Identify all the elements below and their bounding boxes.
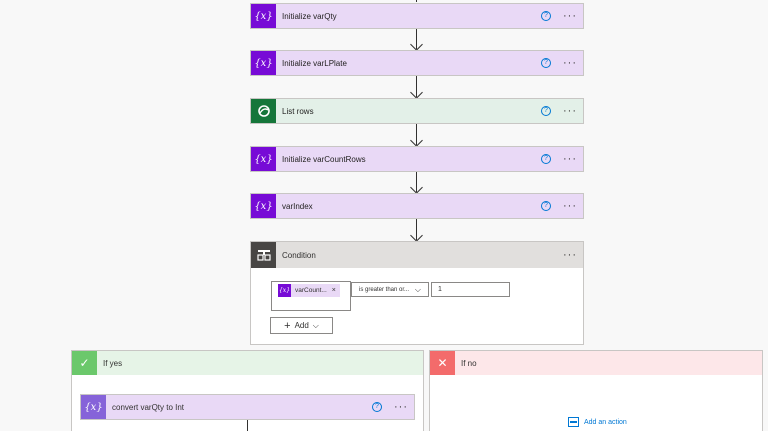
condition-icon bbox=[251, 242, 276, 268]
step-initialize-varqty[interactable]: {x} Initialize varQty ? ··· bbox=[250, 3, 584, 29]
condition-header[interactable]: Condition ··· bbox=[251, 242, 583, 268]
chevron-down-icon: ⌵ bbox=[312, 320, 319, 330]
arrow-down-icon bbox=[410, 38, 423, 51]
step-initialize-varlplate[interactable]: {x} Initialize varLPlate ? ··· bbox=[250, 50, 584, 76]
dataverse-icon bbox=[251, 99, 276, 123]
more-options-icon[interactable]: ··· bbox=[563, 58, 577, 69]
token-label: varCount... bbox=[295, 287, 327, 294]
add-label: Add bbox=[294, 321, 309, 330]
variable-icon: {x} bbox=[251, 147, 276, 171]
variable-icon: {x} bbox=[278, 284, 291, 297]
arrow-down-icon bbox=[410, 134, 423, 147]
arrow-down-icon bbox=[410, 181, 423, 194]
if-no-branch[interactable]: ✕ If no Add an action bbox=[429, 350, 763, 431]
operator-dropdown[interactable]: is greater than or... ⌵ bbox=[351, 282, 429, 297]
checkmark-icon: ✓ bbox=[72, 351, 97, 375]
dynamic-content-token[interactable]: {x} varCount... × bbox=[278, 284, 340, 297]
variable-icon: {x} bbox=[251, 51, 276, 75]
if-yes-title: If yes bbox=[103, 358, 123, 368]
step-convert-varqty[interactable]: {x} convert varQty to Int ? ··· bbox=[80, 394, 415, 420]
more-options-icon[interactable]: ··· bbox=[563, 154, 577, 165]
help-icon[interactable]: ? bbox=[541, 154, 551, 164]
add-action-label: Add an action bbox=[584, 418, 627, 426]
step-varindex[interactable]: {x} varIndex ? ··· bbox=[250, 193, 584, 219]
chevron-down-icon: ⌵ bbox=[414, 285, 421, 294]
step-title: Initialize varQty bbox=[282, 11, 337, 21]
step-title: varIndex bbox=[282, 201, 313, 211]
condition-value-input[interactable]: 1 bbox=[431, 282, 510, 297]
variable-icon: {x} bbox=[81, 395, 106, 419]
more-options-icon[interactable]: ··· bbox=[394, 402, 408, 413]
help-icon[interactable]: ? bbox=[541, 201, 551, 211]
more-options-icon[interactable]: ··· bbox=[563, 201, 577, 212]
step-list-rows[interactable]: List rows ? ··· bbox=[250, 98, 584, 124]
if-no-title: If no bbox=[461, 358, 477, 368]
if-yes-branch[interactable]: ✓ If yes {x} convert varQty to Int ? ··· bbox=[71, 350, 424, 431]
arrow-down-icon bbox=[410, 229, 423, 242]
close-icon: ✕ bbox=[430, 351, 455, 375]
add-button[interactable]: + Add ⌵ bbox=[270, 317, 333, 334]
step-title: convert varQty to Int bbox=[112, 402, 185, 412]
more-options-icon[interactable]: ··· bbox=[563, 11, 577, 22]
add-action-icon bbox=[568, 417, 579, 427]
add-action-link[interactable]: Add an action bbox=[568, 417, 627, 427]
operator-value: is greater than or... bbox=[359, 286, 410, 293]
plus-icon: + bbox=[284, 319, 291, 332]
variable-icon: {x} bbox=[251, 4, 276, 28]
flow-canvas: {x} Initialize varQty ? ··· {x} Initiali… bbox=[0, 0, 768, 431]
step-initialize-varcountrows[interactable]: {x} Initialize varCountRows ? ··· bbox=[250, 146, 584, 172]
condition-card[interactable]: Condition ··· {x} varCount... × is great… bbox=[250, 241, 584, 345]
condition-title: Condition bbox=[282, 250, 316, 260]
step-title: Initialize varLPlate bbox=[282, 58, 347, 68]
connector-line bbox=[247, 420, 248, 431]
help-icon[interactable]: ? bbox=[541, 11, 551, 21]
condition-left-operand[interactable]: {x} varCount... × bbox=[271, 281, 351, 311]
remove-token-icon[interactable]: × bbox=[332, 287, 336, 294]
help-icon[interactable]: ? bbox=[541, 106, 551, 116]
arrow-down-icon bbox=[410, 86, 423, 99]
variable-icon: {x} bbox=[251, 194, 276, 218]
if-no-header[interactable]: ✕ If no bbox=[430, 351, 762, 375]
connector-line bbox=[416, 0, 417, 2]
more-options-icon[interactable]: ··· bbox=[563, 250, 577, 261]
help-icon[interactable]: ? bbox=[372, 402, 382, 412]
step-title: Initialize varCountRows bbox=[282, 154, 366, 164]
help-icon[interactable]: ? bbox=[541, 58, 551, 68]
more-options-icon[interactable]: ··· bbox=[563, 106, 577, 117]
step-title: List rows bbox=[282, 106, 314, 116]
if-yes-header[interactable]: ✓ If yes bbox=[72, 351, 423, 375]
